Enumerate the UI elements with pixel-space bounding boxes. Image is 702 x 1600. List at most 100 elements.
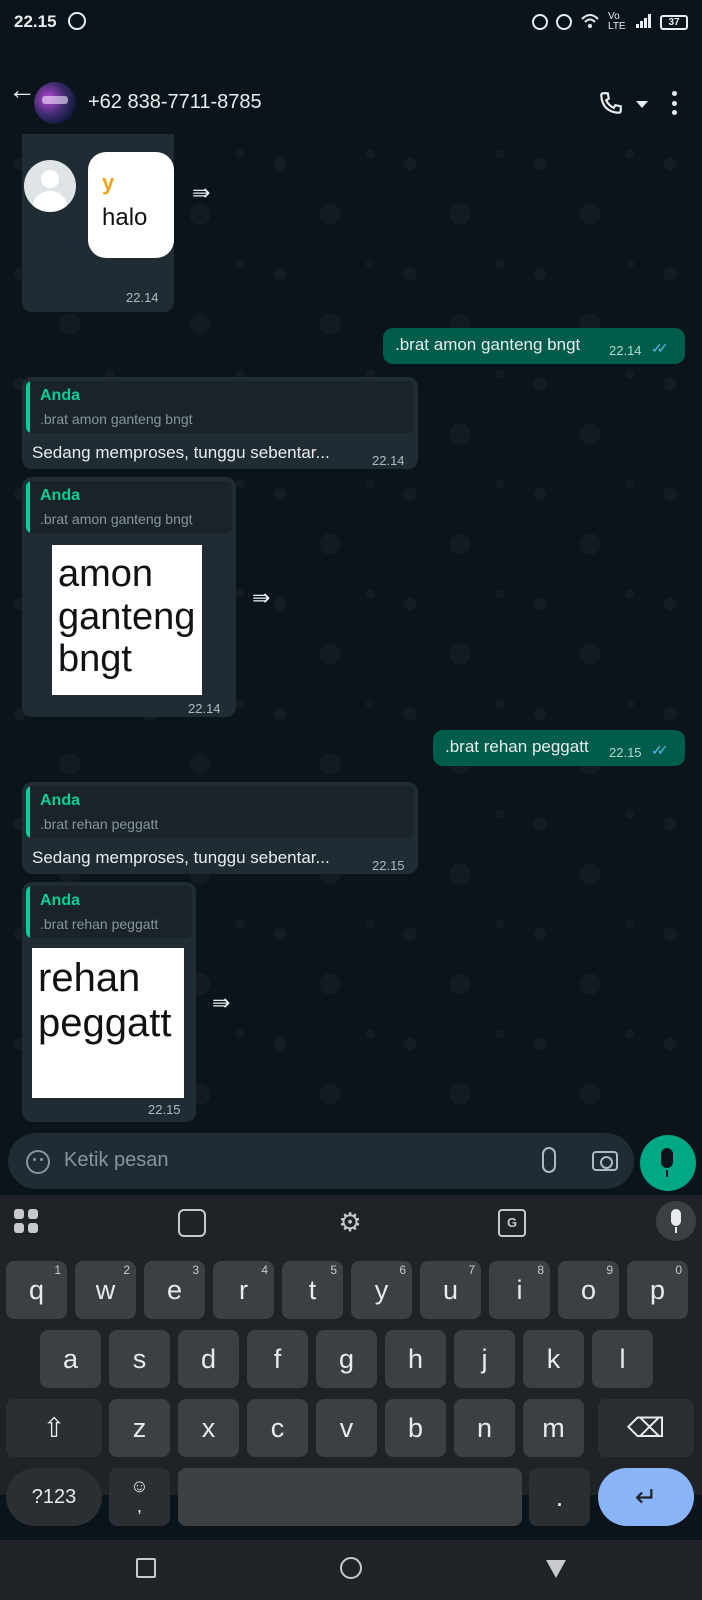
back-arrow-icon[interactable]: ← — [8, 76, 36, 104]
enter-key[interactable]: ↵ — [598, 1468, 694, 1526]
key-h[interactable]: h — [385, 1330, 446, 1388]
contact-avatar[interactable] — [34, 82, 76, 124]
key-r[interactable]: r4 — [213, 1261, 274, 1319]
quoted-message[interactable]: Anda .brat rehan peggatt — [26, 786, 414, 838]
key-v[interactable]: v — [316, 1399, 377, 1457]
key-f[interactable]: f — [247, 1330, 308, 1388]
chat-header: ← +62 838-7711-8785 — [0, 46, 702, 134]
key-q[interactable]: q1 — [6, 1261, 67, 1319]
key-s[interactable]: s — [109, 1330, 170, 1388]
quoted-message[interactable]: Anda .brat amon ganteng bngt — [26, 481, 232, 533]
brat-sticker[interactable]: amon ganteng bngt — [52, 545, 202, 695]
message-time: 22.15 — [148, 1102, 181, 1117]
message-incoming-sticker[interactable]: Anda .brat rehan peggatt rehan peggatt 2… — [22, 882, 196, 1122]
battery-icon: 37 — [660, 14, 688, 30]
voice-record-button[interactable] — [640, 1135, 696, 1191]
more-options-icon[interactable] — [672, 91, 678, 115]
message-outgoing[interactable]: .brat rehan peggatt 22.15 ✓✓ — [433, 730, 685, 766]
camera-icon[interactable] — [592, 1151, 618, 1171]
key-k[interactable]: k — [523, 1330, 584, 1388]
message-time: 22.15 — [609, 745, 642, 760]
emoji-icon: ☺ — [130, 1476, 149, 1496]
key-n[interactable]: n — [454, 1399, 515, 1457]
sticker-line: amon — [58, 553, 154, 595]
message-incoming[interactable]: Anda .brat amon ganteng bngt Sedang memp… — [22, 377, 418, 469]
key-y[interactable]: y6 — [351, 1261, 412, 1319]
key-x[interactable]: x — [178, 1399, 239, 1457]
quoted-message[interactable]: Anda .brat amon ganteng bngt — [26, 381, 414, 433]
voice-call-icon[interactable] — [598, 90, 624, 116]
key-i[interactable]: i8 — [489, 1261, 550, 1319]
brat-sticker[interactable]: rehan peggatt — [32, 948, 184, 1098]
wifi-icon — [580, 13, 600, 32]
quote-author: Anda — [40, 487, 80, 504]
back-triangle-icon[interactable] — [546, 1560, 566, 1578]
settings-gear-icon[interactable]: ⚙ — [336, 1209, 364, 1237]
home-icon[interactable] — [340, 1557, 362, 1579]
key-l[interactable]: l — [592, 1330, 653, 1388]
message-time: 22.15 — [372, 858, 405, 873]
apps-grid-icon[interactable] — [14, 1209, 42, 1237]
message-input-bar[interactable]: Ketik pesan — [8, 1133, 634, 1189]
key-w[interactable]: w2 — [75, 1261, 136, 1319]
key-b[interactable]: b — [385, 1399, 446, 1457]
shift-key[interactable]: ⇧ — [6, 1399, 102, 1457]
attach-icon[interactable] — [542, 1147, 556, 1173]
forward-icon[interactable]: ⇛ — [252, 585, 270, 611]
quote-text: .brat rehan peggatt — [40, 916, 159, 932]
keyboard: ⚙ G q1 w2 e3 r4 t5 y6 u7 i8 o9 p0 a s d … — [0, 1195, 702, 1526]
emoji-comma-key[interactable]: ☺ , — [109, 1468, 170, 1526]
message-time: 22.14 — [126, 290, 159, 305]
status-bar: 22.15 Vo LTE 37 — [0, 0, 702, 46]
key-u[interactable]: u7 — [420, 1261, 481, 1319]
sticker-text: amon ganteng bngt — [58, 553, 195, 681]
key-e[interactable]: e3 — [144, 1261, 205, 1319]
symbols-key[interactable]: ?123 — [6, 1468, 102, 1526]
period-key[interactable]: . — [529, 1468, 590, 1526]
key-o[interactable]: o9 — [558, 1261, 619, 1319]
status-time: 22.15 — [14, 12, 57, 31]
translate-icon[interactable]: G — [498, 1209, 526, 1237]
quote-text: .brat amon ganteng bngt — [40, 411, 193, 427]
mute-icon — [532, 14, 548, 30]
key-g[interactable]: g — [316, 1330, 377, 1388]
contact-title[interactable]: +62 838-7711-8785 — [88, 91, 262, 114]
message-text: Sedang memproses, tunggu sebentar... — [32, 443, 330, 462]
message-text: Sedang memproses, tunggu sebentar... — [32, 848, 330, 867]
forward-icon[interactable]: ⇛ — [192, 180, 210, 206]
message-time: 22.14 — [188, 701, 221, 716]
read-receipt-icon: ✓✓ — [651, 742, 669, 758]
recents-icon[interactable] — [136, 1558, 156, 1578]
key-t[interactable]: t5 — [282, 1261, 343, 1319]
message-text: .brat amon ganteng bngt — [395, 335, 581, 354]
user-avatar-placeholder — [24, 160, 76, 212]
message-incoming[interactable]: Anda .brat rehan peggatt Sedang memprose… — [22, 782, 418, 874]
call-options-caret-icon[interactable] — [636, 101, 648, 108]
message-input[interactable]: Ketik pesan — [64, 1149, 169, 1172]
spacebar[interactable] — [178, 1468, 522, 1526]
key-z[interactable]: z — [109, 1399, 170, 1457]
status-icons: Vo LTE 37 — [532, 12, 688, 32]
system-nav-bar — [0, 1540, 702, 1600]
key-a[interactable]: a — [40, 1330, 101, 1388]
forward-icon[interactable]: ⇛ — [212, 990, 230, 1016]
sticker-line: bngt — [58, 638, 132, 681]
keyboard-mic-icon[interactable] — [656, 1201, 696, 1241]
backspace-key[interactable]: ⌫ — [598, 1399, 694, 1457]
key-c[interactable]: c — [247, 1399, 308, 1457]
key-d[interactable]: d — [178, 1330, 239, 1388]
quoted-message[interactable]: Anda .brat rehan peggatt — [26, 886, 192, 938]
sticker-emoji-icon[interactable] — [26, 1150, 50, 1174]
key-p[interactable]: p0 — [627, 1261, 688, 1319]
message-time: 22.14 — [372, 453, 405, 468]
key-m[interactable]: m — [523, 1399, 584, 1457]
comma-label: , — [136, 1496, 142, 1516]
message-incoming-sticker[interactable]: Anda .brat amon ganteng bngt amon ganten… — [22, 477, 236, 717]
message-outgoing[interactable]: .brat amon ganteng bngt 22.14 ✓✓ — [383, 328, 685, 364]
quote-author: Anda — [40, 892, 80, 909]
sticker-icon[interactable] — [178, 1209, 206, 1237]
reply-letter: y — [102, 170, 115, 195]
sticker-line: peggatt — [38, 1000, 172, 1045]
quote-author: Anda — [40, 792, 80, 809]
key-j[interactable]: j — [454, 1330, 515, 1388]
